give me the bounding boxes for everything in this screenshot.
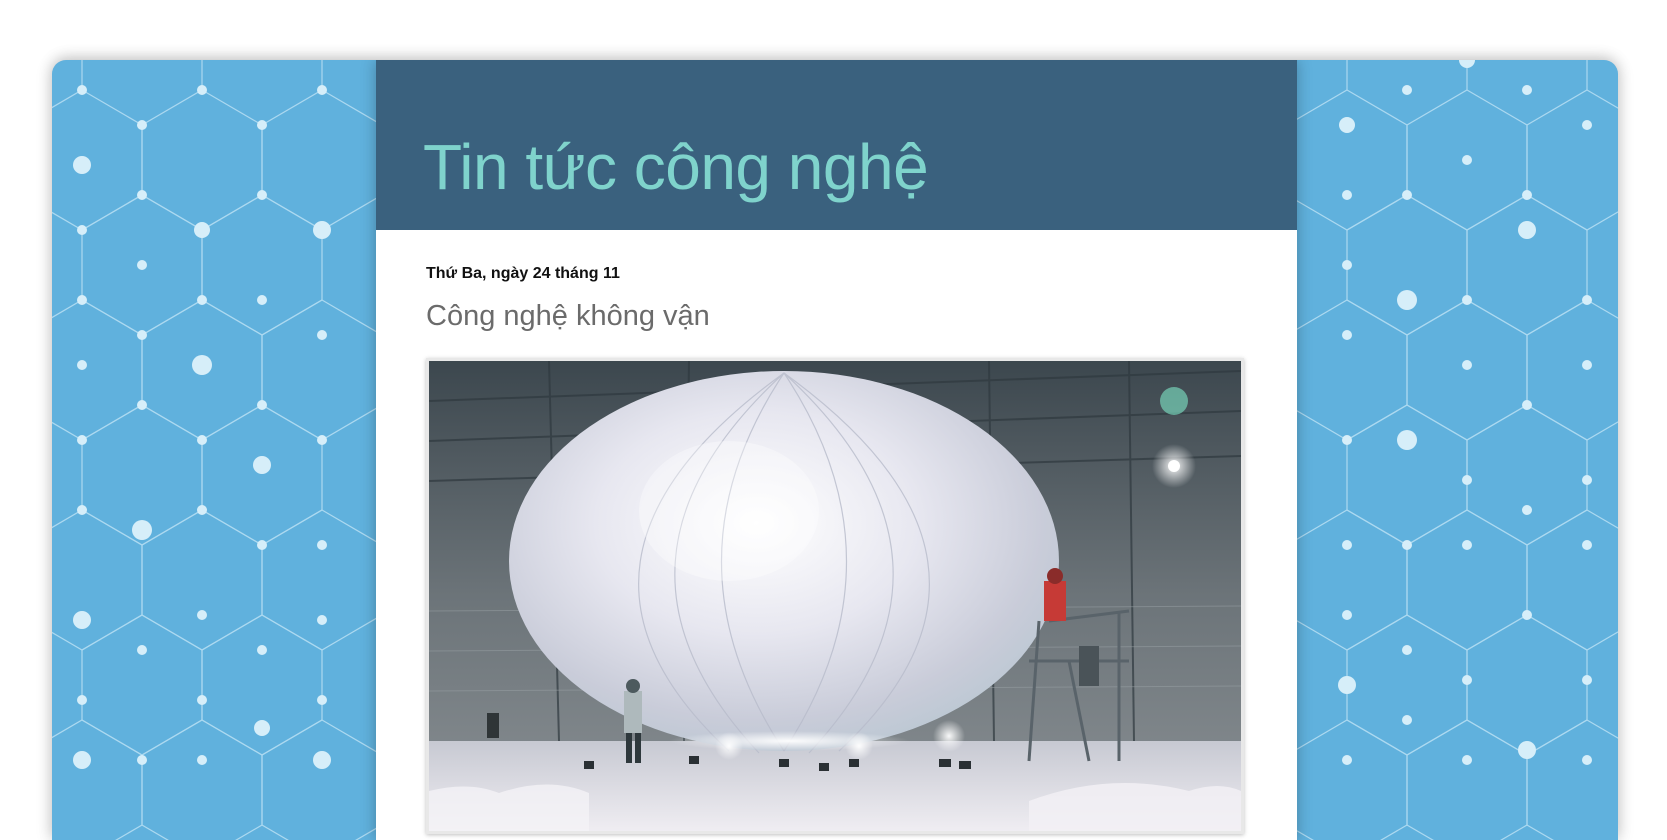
hexagon-pattern-right: [1297, 60, 1618, 840]
blog-title[interactable]: Tin tức công nghệ: [423, 130, 929, 204]
post-date: Thứ Ba, ngày 24 tháng 11: [426, 265, 620, 282]
page-frame: Tin tức công nghệ Thứ Ba, ngày 24 tháng …: [52, 60, 1618, 840]
post-image[interactable]: [426, 358, 1244, 834]
post-title[interactable]: Công nghệ không vận: [426, 300, 710, 333]
main-column: Tin tức công nghệ Thứ Ba, ngày 24 tháng …: [376, 60, 1297, 840]
balloon-photo-icon: [429, 361, 1241, 831]
blog-header: Tin tức công nghệ: [376, 60, 1297, 230]
hexagon-pattern-left: [52, 60, 376, 840]
